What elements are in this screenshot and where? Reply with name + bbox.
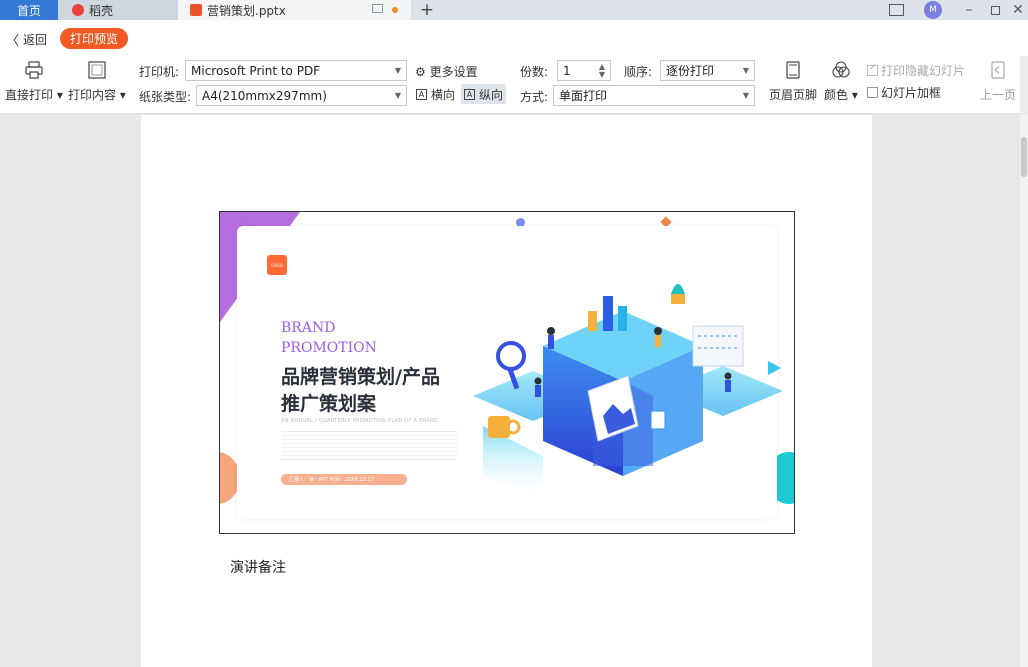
- print-toolbar: 直接打印 ▾ 打印内容 ▾ 打印机: Microsoft Print to PD…: [0, 56, 1028, 114]
- back-button[interactable]: 〈 返回: [6, 30, 47, 49]
- more-settings-button[interactable]: ⚙ 更多设置: [415, 63, 478, 80]
- prev-page-icon: [991, 61, 1005, 79]
- checkbox-icon: [867, 87, 878, 98]
- checkbox-checked-icon: ✓: [867, 63, 878, 76]
- slide-presenter-tag: 汇报人：第一PPT 时间：20XX.12.12: [281, 474, 407, 485]
- stepper-icon[interactable]: ▲ ▼: [599, 63, 605, 79]
- print-preview-label: 打印预览: [69, 32, 118, 46]
- slide-logo: LOGO: [267, 255, 287, 275]
- isometric-illustration: [473, 284, 783, 501]
- color-circles-icon: [832, 61, 850, 78]
- slide-title: 品牌营销策划/产品推广策划案: [281, 366, 440, 415]
- tab-file-label: 营销策划.pptx: [207, 3, 286, 18]
- landscape-label: 横向: [431, 87, 456, 102]
- back-label: 返回: [23, 33, 48, 47]
- header-footer-icon: [786, 61, 800, 79]
- prev-page-label: 上一页: [980, 88, 1017, 102]
- print-hidden-checkbox[interactable]: ✓ 打印隐藏幻灯片: [867, 62, 965, 79]
- slide-card: LOGO BRAND PROMOTION 品牌营销策划/产品推广策划案 AN A…: [237, 226, 783, 519]
- order-value: 逐份打印: [666, 64, 715, 78]
- color-button[interactable]: 颜色 ▾: [824, 60, 858, 103]
- slide-brand-text: BRAND PROMOTION: [281, 318, 377, 358]
- slide-frame-checkbox[interactable]: 幻灯片加框: [867, 84, 941, 101]
- scrollbar-thumb[interactable]: [1021, 137, 1027, 177]
- header-footer-button[interactable]: 页眉页脚: [769, 60, 817, 103]
- paper-type-select[interactable]: A4(210mmx297mm) ▼: [196, 85, 407, 106]
- paper-type-value: A4(210mmx297mm): [202, 88, 327, 103]
- slide-frame-label: 幻灯片加框: [881, 86, 942, 100]
- copies-value: 1: [563, 63, 571, 78]
- gear-icon: ⚙: [415, 65, 426, 79]
- speaker-notes-label: 演讲备注: [230, 560, 286, 576]
- tab-home-label: 首页: [16, 3, 41, 18]
- new-tab-button[interactable]: +: [418, 0, 436, 20]
- print-content-label: 打印内容 ▾: [68, 88, 126, 102]
- tab-bar: 首页 稻壳 营销策划.pptx + M – ✕: [0, 0, 1028, 20]
- header-footer-label: 页眉页脚: [769, 88, 818, 102]
- more-settings-label: 更多设置: [429, 65, 478, 79]
- landscape-button[interactable]: A 横向: [413, 84, 458, 104]
- mode-label: 方式:: [520, 90, 549, 104]
- print-hidden-label: 打印隐藏幻灯片: [881, 64, 966, 78]
- maximize-icon[interactable]: [984, 0, 1006, 20]
- avatar[interactable]: M: [922, 0, 944, 20]
- printer-select[interactable]: Microsoft Print to PDF ▼: [185, 60, 407, 81]
- order-label: 顺序:: [624, 65, 653, 79]
- color-label: 颜色 ▾: [824, 88, 858, 102]
- print-content-button[interactable]: 打印内容 ▾: [68, 60, 126, 103]
- mode-select[interactable]: 单面打印 ▼: [553, 85, 755, 106]
- mode-value: 单面打印: [559, 89, 608, 103]
- chevron-down-icon: ▼: [394, 91, 401, 100]
- tablet-mode-icon[interactable]: [884, 0, 908, 20]
- slide-logo-text: LOGO: [271, 262, 283, 268]
- tab-daoke-label: 稻壳: [89, 3, 114, 18]
- unsaved-dot-icon: [392, 7, 398, 13]
- chevron-down-icon: ▼: [394, 66, 401, 75]
- chevron-left-icon: 〈: [6, 34, 20, 49]
- pptx-file-icon: [190, 4, 202, 16]
- paper-type-label: 纸张类型:: [139, 90, 192, 104]
- copies-stepper[interactable]: 1 ▲ ▼: [557, 60, 611, 81]
- slide-preview: LOGO BRAND PROMOTION 品牌营销策划/产品推广策划案 AN A…: [219, 211, 795, 534]
- tab-home[interactable]: 首页: [0, 0, 58, 20]
- print-content-icon: [88, 61, 106, 79]
- printer-label: 打印机:: [139, 65, 180, 79]
- new-tab-label: +: [419, 0, 435, 20]
- portrait-button[interactable]: A 纵向: [461, 84, 507, 104]
- slide-tag-text: 汇报人：第一PPT 时间：20XX.12.12: [289, 477, 374, 483]
- slide-body-text: [281, 428, 457, 462]
- direct-print-label: 直接打印 ▾: [5, 88, 63, 102]
- printer-value: Microsoft Print to PDF: [191, 63, 321, 78]
- vertical-scrollbar[interactable]: [1020, 115, 1028, 667]
- avatar-label: M: [924, 1, 942, 19]
- portrait-label: 纵向: [479, 87, 504, 102]
- chevron-down-icon: ▼: [742, 66, 749, 75]
- landscape-icon: A: [416, 88, 427, 100]
- print-preview-badge: 打印预览: [60, 28, 128, 49]
- close-icon[interactable]: ✕: [1008, 0, 1028, 20]
- tab-daoke[interactable]: 稻壳: [58, 0, 178, 20]
- slide-subtitle: AN ANNUAL / QUARTERLY PROMOTION PLAN OF …: [281, 418, 439, 424]
- toolbar-scroll-right[interactable]: [1020, 56, 1028, 114]
- order-select[interactable]: 逐份打印 ▼: [660, 60, 755, 81]
- brand-line-1: BRAND: [281, 320, 336, 336]
- prev-page-button[interactable]: 上一页: [980, 60, 1016, 103]
- portrait-icon: A: [464, 88, 475, 100]
- copies-label: 份数:: [520, 65, 549, 79]
- direct-print-button[interactable]: 直接打印 ▾: [5, 60, 63, 103]
- tab-pin-icon[interactable]: [372, 4, 383, 13]
- preview-header: 〈 返回 打印预览: [0, 20, 1028, 56]
- minimize-icon[interactable]: –: [958, 0, 980, 20]
- chevron-down-icon: ▼: [742, 91, 749, 100]
- daoke-icon: [72, 4, 84, 16]
- brand-line-2: PROMOTION: [281, 340, 377, 356]
- printer-icon: [25, 61, 43, 79]
